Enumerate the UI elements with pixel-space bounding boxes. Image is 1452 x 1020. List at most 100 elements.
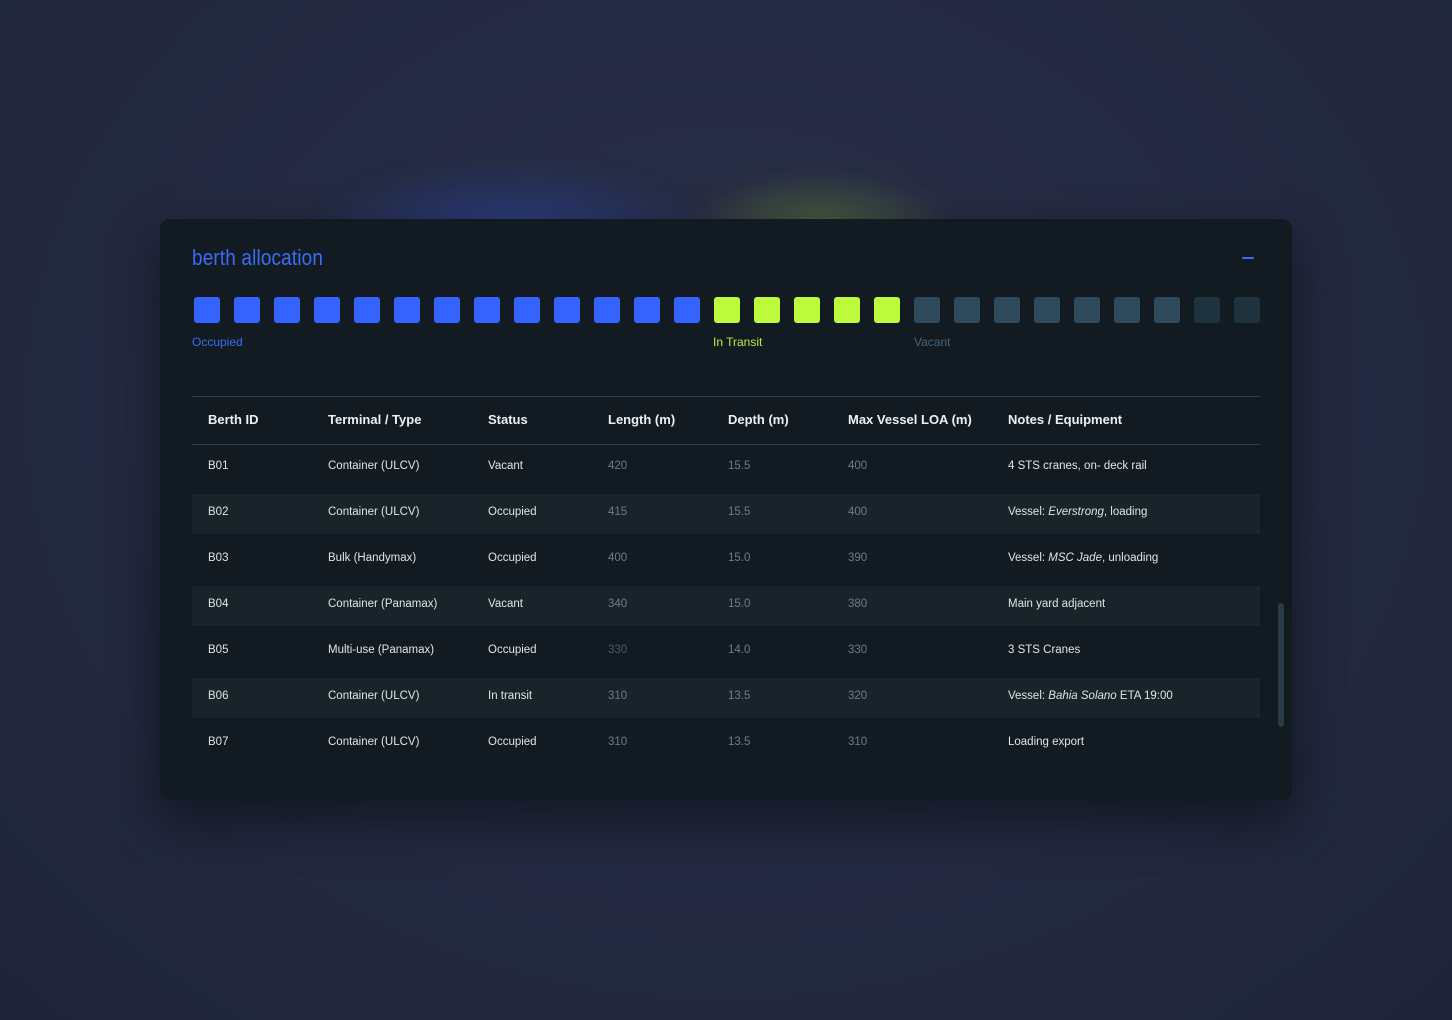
berth-square-occupied[interactable] <box>394 297 420 323</box>
header-depth[interactable]: Depth (m) <box>728 412 789 427</box>
header-terminal-type[interactable]: Terminal / Type <box>328 412 421 427</box>
table-header: Berth ID Terminal / Type Status Length (… <box>192 396 1260 445</box>
berth-table: Berth ID Terminal / Type Status Length (… <box>192 396 1260 764</box>
cell-length: 310 <box>608 736 628 748</box>
cell-loa: 310 <box>848 736 868 748</box>
header-max-vessel-loa[interactable]: Max Vessel LOA (m) <box>848 412 972 427</box>
berth-square-in-transit[interactable] <box>754 297 780 323</box>
cell-berth-id: B07 <box>208 736 229 748</box>
cell-depth: 14.0 <box>728 644 751 656</box>
cell-type: Container (ULCV) <box>328 736 420 748</box>
cell-loa: 380 <box>848 598 868 610</box>
cell-type: Multi-use (Panamax) <box>328 644 435 656</box>
cell-berth-id: B04 <box>208 598 229 610</box>
berth-square-occupied[interactable] <box>314 297 340 323</box>
berth-square-occupied[interactable] <box>674 297 700 323</box>
vertical-scrollbar[interactable] <box>1278 603 1284 727</box>
legend-vacant: Vacant <box>914 335 951 349</box>
berth-square-in-transit[interactable] <box>834 297 860 323</box>
vessel-name: Everstrong <box>1048 506 1104 518</box>
cell-status: Occupied <box>488 506 537 518</box>
panel-title: berth allocation <box>192 245 324 270</box>
berth-square-occupied[interactable] <box>194 297 220 323</box>
cell-berth-id: B01 <box>208 460 229 472</box>
notes-prefix: Vessel: <box>1008 690 1049 702</box>
cell-notes: Loading export <box>1008 736 1085 748</box>
berth-square-vacant[interactable] <box>1074 297 1100 323</box>
table-row[interactable]: B04 Container (Panamax) Vacant 340 15.0 … <box>192 586 1260 626</box>
berth-square-occupied[interactable] <box>234 297 260 323</box>
cell-loa: 400 <box>848 506 868 518</box>
cell-berth-id: B03 <box>208 552 229 564</box>
cell-type: Bulk (Handymax) <box>328 552 417 564</box>
berth-square-occupied[interactable] <box>514 297 540 323</box>
table-row[interactable]: B02 Container (ULCV) Occupied 415 15.5 4… <box>192 494 1260 534</box>
berth-square-in-transit[interactable] <box>874 297 900 323</box>
cell-status: Vacant <box>488 598 523 610</box>
berth-square-vacant[interactable] <box>1234 297 1260 323</box>
berth-square-in-transit[interactable] <box>714 297 740 323</box>
cell-status: Occupied <box>488 644 537 656</box>
berth-square-vacant[interactable] <box>1114 297 1140 323</box>
cell-length: 310 <box>608 690 628 702</box>
cell-length: 340 <box>608 598 628 610</box>
berth-square-occupied[interactable] <box>474 297 500 323</box>
berth-square-vacant[interactable] <box>1034 297 1060 323</box>
berth-square-in-transit[interactable] <box>794 297 820 323</box>
cell-notes: 4 STS cranes, on- deck rail <box>1008 460 1147 472</box>
table-row[interactable]: B01 Container (ULCV) Vacant 420 15.5 400… <box>192 448 1260 488</box>
cell-type: Container (ULCV) <box>328 690 420 702</box>
table-row[interactable]: B05 Multi-use (Panamax) Occupied 330 14.… <box>192 632 1260 672</box>
cell-loa: 400 <box>848 460 868 472</box>
cell-type: Container (ULCV) <box>328 460 420 472</box>
cell-depth: 13.5 <box>728 690 751 702</box>
cell-berth-id: B05 <box>208 644 229 656</box>
berth-square-occupied[interactable] <box>554 297 580 323</box>
berth-square-occupied[interactable] <box>274 297 300 323</box>
cell-length: 420 <box>608 460 628 472</box>
cell-type: Container (Panamax) <box>328 598 438 610</box>
cell-status: Vacant <box>488 460 523 472</box>
berth-square-vacant[interactable] <box>914 297 940 323</box>
cell-loa: 330 <box>848 644 868 656</box>
cell-depth: 15.0 <box>728 598 751 610</box>
cell-depth: 15.5 <box>728 506 751 518</box>
cell-notes: 3 STS Cranes <box>1008 644 1081 656</box>
cell-depth: 15.0 <box>728 552 751 564</box>
notes-prefix: Vessel: <box>1008 506 1049 518</box>
cell-berth-id: B06 <box>208 690 229 702</box>
legend-occupied: Occupied <box>192 335 243 349</box>
vessel-name: Bahia Solano <box>1048 690 1117 702</box>
cell-depth: 15.5 <box>728 460 751 472</box>
berth-square-occupied[interactable] <box>634 297 660 323</box>
notes-suffix: , loading <box>1103 506 1148 518</box>
vessel-name: MSC Jade <box>1048 552 1102 564</box>
notes-suffix: , unloading <box>1101 552 1159 564</box>
berth-square-occupied[interactable] <box>354 297 380 323</box>
header-berth-id[interactable]: Berth ID <box>208 412 259 427</box>
cell-loa: 390 <box>848 552 868 564</box>
table-row[interactable]: B06 Container (ULCV) In transit 310 13.5… <box>192 678 1260 718</box>
berth-square-occupied[interactable] <box>594 297 620 323</box>
table-row[interactable]: B03 Bulk (Handymax) Occupied 400 15.0 39… <box>192 540 1260 580</box>
cell-notes: Vessel: Bahia Solano ETA 19:00 <box>1008 690 1173 702</box>
notes-suffix: ETA 19:00 <box>1116 690 1173 702</box>
header-status[interactable]: Status <box>488 412 528 427</box>
cell-berth-id: B02 <box>208 506 229 518</box>
table-row[interactable]: B07 Container (ULCV) Occupied 310 13.5 3… <box>192 724 1260 764</box>
cell-status: In transit <box>488 690 533 702</box>
cell-status: Occupied <box>488 552 537 564</box>
berth-square-vacant[interactable] <box>954 297 980 323</box>
header-notes-equipment[interactable]: Notes / Equipment <box>1008 412 1122 427</box>
collapse-button[interactable] <box>1238 249 1258 265</box>
berth-square-vacant[interactable] <box>994 297 1020 323</box>
cell-length: 330 <box>608 644 628 656</box>
berth-allocation-panel: berth allocation Occupied In Transit Vac… <box>160 219 1292 800</box>
header-length[interactable]: Length (m) <box>608 412 675 427</box>
berth-square-occupied[interactable] <box>434 297 460 323</box>
berth-square-vacant[interactable] <box>1154 297 1180 323</box>
berth-square-vacant[interactable] <box>1194 297 1220 323</box>
cell-length: 415 <box>608 506 628 518</box>
cell-notes: Main yard adjacent <box>1008 598 1106 610</box>
cell-notes: Vessel: Everstrong, loading <box>1008 506 1147 518</box>
